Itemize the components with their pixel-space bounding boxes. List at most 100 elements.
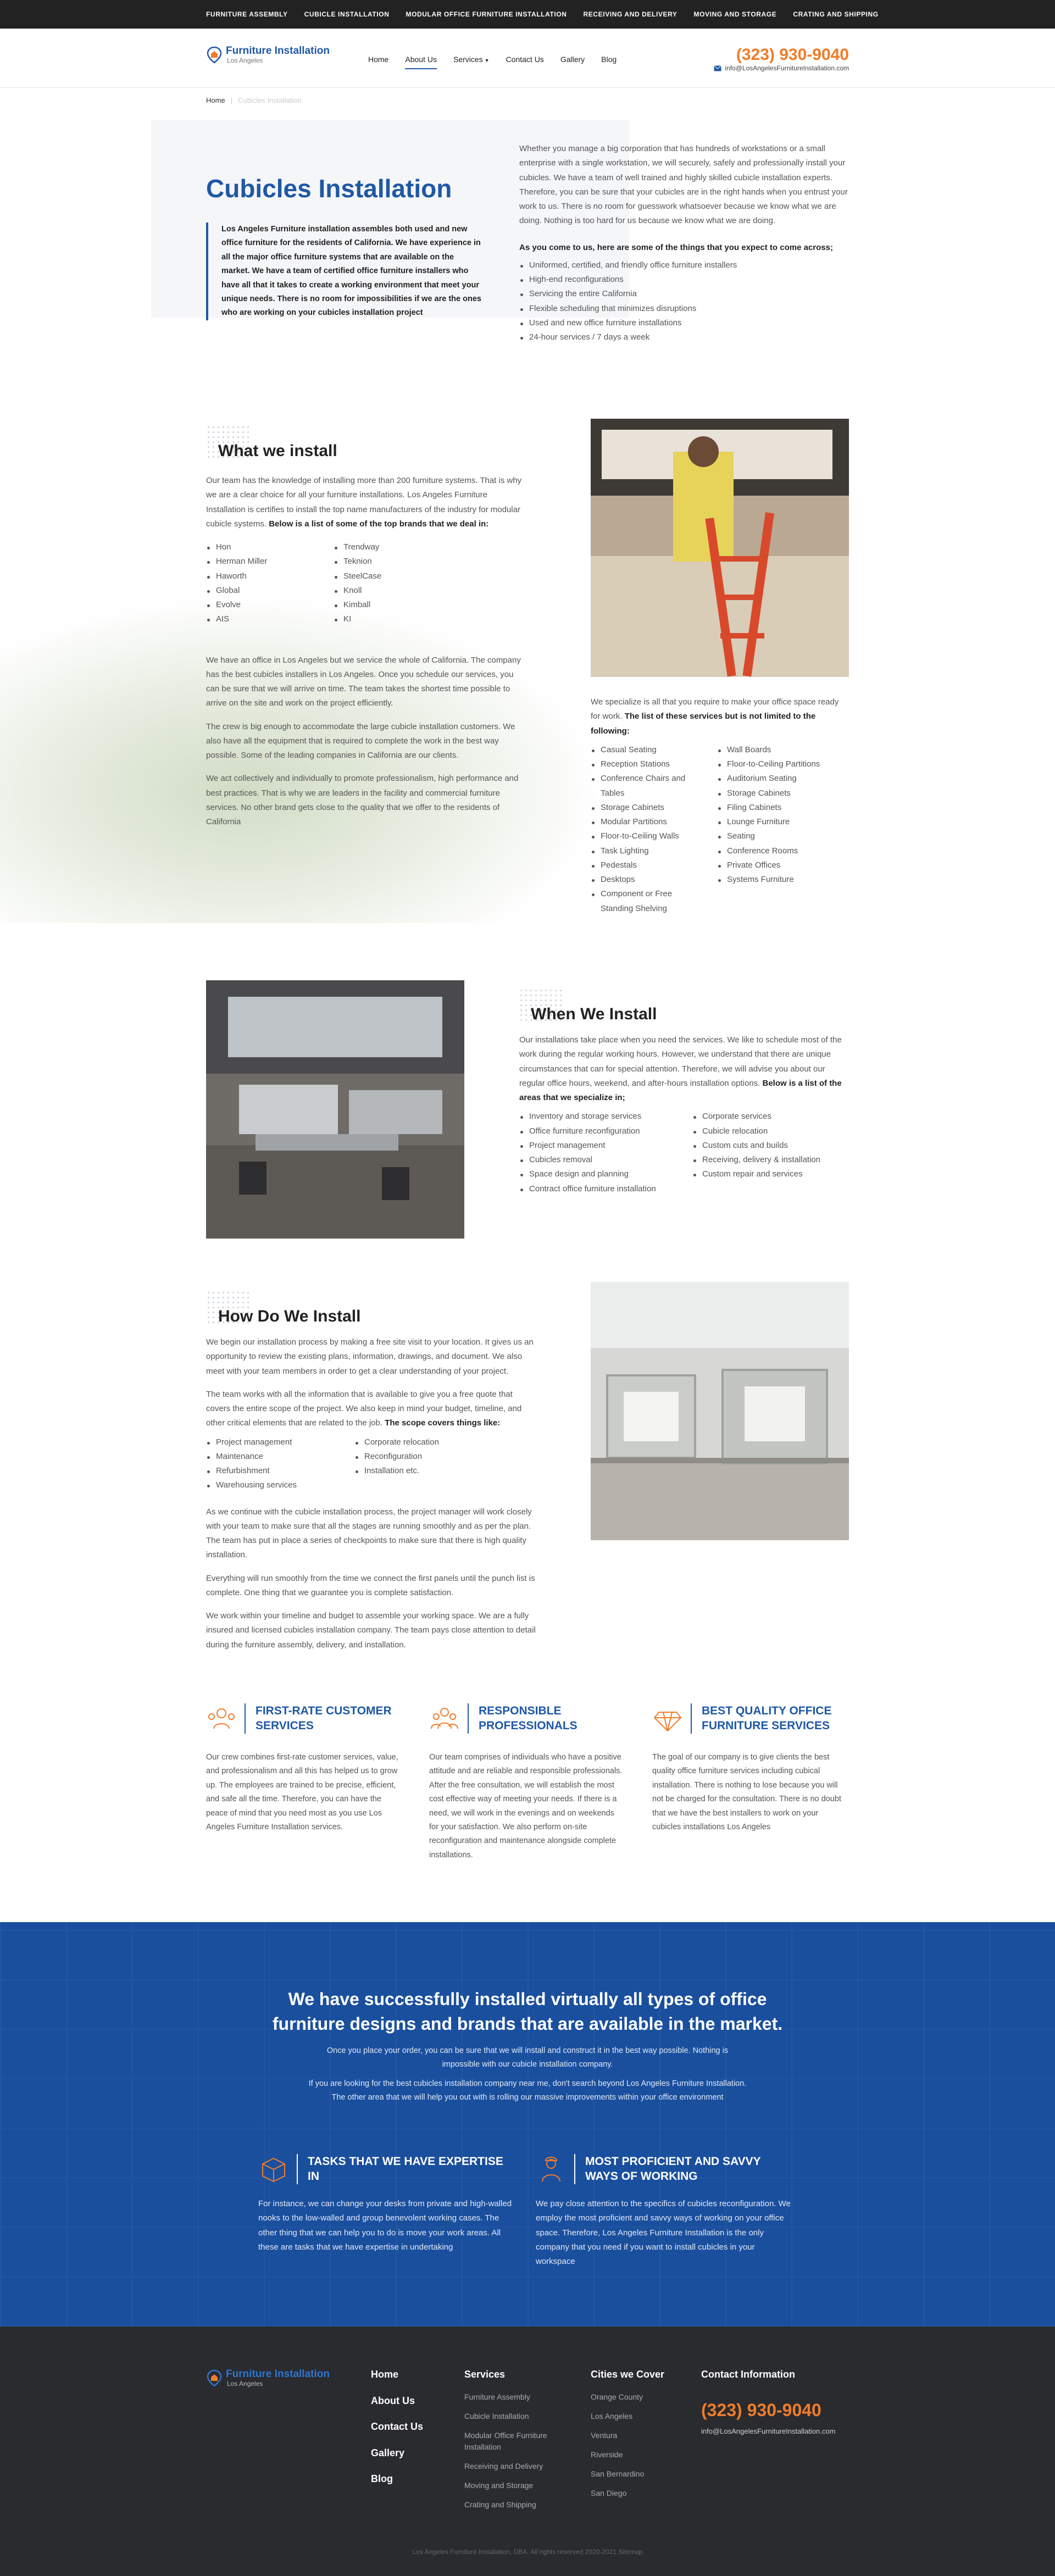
mail-icon [714, 65, 721, 71]
nav-contact-us[interactable]: Contact Us [506, 53, 544, 69]
footer-logo[interactable]: Furniture Installation Los Angeles [206, 2368, 330, 2388]
specialize-list: Casual Seating Reception Stations Confer… [591, 743, 849, 916]
list-item: Conference Chairs and Tables [591, 771, 695, 801]
feature-text: Our team comprises of individuals who ha… [429, 1753, 623, 1859]
top-service-bar: FURNITURE ASSEMBLY CUBICLE INSTALLATION … [0, 0, 1055, 29]
list-item: Pedestals [591, 858, 695, 873]
site-footer: Furniture Installation Los Angeles Home … [0, 2327, 1055, 2576]
site-logo[interactable]: Furniture Installation Los Angeles [206, 45, 330, 65]
install-paragraph: We have an office in Los Angeles but we … [206, 655, 521, 708]
nav-services[interactable]: Services ▼ [453, 53, 490, 69]
footer-link-contact[interactable]: Contact Us [371, 2418, 423, 2436]
list-item: Reception Stations [591, 757, 695, 771]
breadcrumb-home[interactable]: Home [206, 96, 225, 104]
when-we-install-content: Our installations take place when you ne… [519, 1033, 849, 1196]
footer-link-about[interactable]: About Us [371, 2392, 423, 2410]
list-item: Cubicle relocation [692, 1124, 820, 1139]
banner-feature-expertise: Tasks that we have expertise in For inst… [258, 2154, 517, 2255]
features-row: First-rate customer services Our crew co… [206, 1703, 849, 1862]
banner-paragraph: Once you place your order, you can be su… [326, 2046, 729, 2069]
breadcrumb: Home | Cubicles Installation [206, 95, 302, 107]
list-item: Inventory and storage services [519, 1109, 692, 1124]
footer-service-link[interactable]: Moving and Storage [464, 2480, 563, 2491]
list-item: High-end reconfigurations [519, 273, 849, 287]
topbar-link-crating-shipping[interactable]: CRATING AND SHIPPING [793, 9, 878, 20]
footer-link-gallery[interactable]: Gallery [371, 2445, 423, 2462]
logo-icon [207, 2369, 222, 2387]
footer-email[interactable]: info@LosAngelesFurnitureInstallation.com [701, 2425, 835, 2438]
nav-gallery[interactable]: Gallery [560, 53, 585, 69]
list-item: Contract office furniture installation [519, 1182, 692, 1196]
topbar-link-moving-storage[interactable]: MOVING AND STORAGE [694, 9, 777, 20]
brand-item: SteelCase [334, 569, 381, 584]
hero-intro: Los Angeles Furniture installation assem… [206, 223, 484, 320]
list-item: Used and new office furniture installati… [519, 316, 849, 330]
topbar-link-receiving-delivery[interactable]: RECEIVING AND DELIVERY [584, 9, 678, 20]
brands-list: Hon Herman Miller Haworth Global Evolve … [206, 540, 528, 627]
banner-title: We have successfully installed virtually… [272, 1989, 783, 2034]
list-item: Installation etc. [354, 1464, 439, 1478]
topbar-link-cubicle-installation[interactable]: CUBICLE INSTALLATION [304, 9, 390, 20]
footer-city: Riverside [591, 2450, 623, 2459]
breadcrumb-separator: | [230, 96, 233, 104]
footer-copyright: Los Angeles Furniture Installation, DBA.… [412, 2548, 643, 2556]
photo-illustration [591, 419, 849, 677]
footer-phone[interactable]: (323) 930-9040 [701, 2395, 835, 2425]
footer-city: Orange County [591, 2392, 643, 2401]
footer-service-link[interactable]: Cubicle Installation [464, 2411, 563, 2422]
feature-title: Tasks that we have expertise in [297, 2154, 517, 2184]
topbar-link-modular-office[interactable]: MODULAR OFFICE FURNITURE INSTALLATION [406, 9, 567, 20]
how-paragraph: Everything will run smoothly from the ti… [206, 1573, 535, 1597]
list-item: Uniformed, certified, and friendly offic… [519, 258, 849, 273]
brands-col-b: Trendway Teknion SteelCase Knoll Kimball… [334, 540, 381, 627]
feature-title: Responsible professionals [468, 1703, 625, 1734]
when-intro: Our installations take place when you ne… [519, 1033, 849, 1105]
feature-title: Most proficient and savvy ways of workin… [574, 2154, 794, 2184]
feature-header: First-rate customer services [206, 1703, 402, 1734]
page-title: Cubicles Installation [206, 174, 452, 203]
list-item: Floor-to-Ceiling Partitions [717, 757, 820, 771]
footer-service-link[interactable]: Crating and Shipping [464, 2499, 563, 2511]
footer-service-link[interactable]: Furniture Assembly [464, 2391, 563, 2403]
brand-item: Knoll [334, 584, 381, 598]
brands-col-a: Hon Herman Miller Haworth Global Evolve … [206, 540, 334, 627]
footer-contact-heading: Contact Information [701, 2369, 795, 2380]
footer-link-blog[interactable]: Blog [371, 2470, 423, 2488]
footer-link-home[interactable]: Home [371, 2366, 423, 2384]
brand-item: Kimball [334, 598, 381, 612]
footer-contact: Contact Information (323) 930-9040 info@… [701, 2366, 835, 2438]
list-item: Space design and planning [519, 1167, 692, 1181]
footer-service-link[interactable]: Receiving and Delivery [464, 2461, 563, 2472]
header-email[interactable]: info@LosAngelesFurnitureInstallation.com [714, 63, 849, 74]
list-item: Desktops [591, 873, 695, 887]
nav-home[interactable]: Home [368, 53, 388, 69]
footer-main-links: Home About Us Contact Us Gallery Blog [371, 2366, 423, 2497]
nav-blog[interactable]: Blog [601, 53, 617, 69]
how-we-install-title: How Do We Install [206, 1290, 360, 1331]
list-item: Auditorium Seating [717, 771, 820, 786]
footer-cities-heading: Cities we Cover [591, 2369, 665, 2380]
footer-service-link[interactable]: Modular Office Furniture Installation [464, 2430, 563, 2453]
nav-services-label: Services [453, 55, 483, 64]
feature-text: We pay close attention to the specifics … [536, 2199, 791, 2266]
when-we-install-title: When We Install [518, 988, 657, 1029]
footer-services: Services Furniture Assembly Cubicle Inst… [464, 2366, 563, 2518]
site-header: Furniture Installation Los Angeles Home … [0, 29, 1055, 88]
list-item: Refurbishment [206, 1464, 354, 1478]
list-item: Component or Free Standing Shelving [591, 887, 695, 916]
list-item: Office furniture reconfiguration [519, 1124, 692, 1139]
nav-about-us[interactable]: About Us [405, 53, 437, 69]
feature-customer-services: First-rate customer services Our crew co… [206, 1703, 402, 1862]
footer-city: San Bernardino [591, 2469, 645, 2478]
list-item: Project management [519, 1139, 692, 1153]
list-item: Casual Seating [591, 743, 695, 757]
worker-icon [542, 2157, 560, 2182]
list-item: Floor-to-Ceiling Walls [591, 829, 695, 843]
feature-header: Responsible professionals [429, 1703, 625, 1734]
list-item: Conference Rooms [717, 844, 820, 858]
installer-ladder-photo [591, 419, 849, 677]
install-paragraph: We act collectively and individually to … [206, 774, 519, 826]
topbar-link-furniture-assembly[interactable]: FURNITURE ASSEMBLY [206, 9, 288, 20]
brand-item: Trendway [334, 540, 381, 554]
list-item: Storage Cabinets [591, 801, 695, 815]
